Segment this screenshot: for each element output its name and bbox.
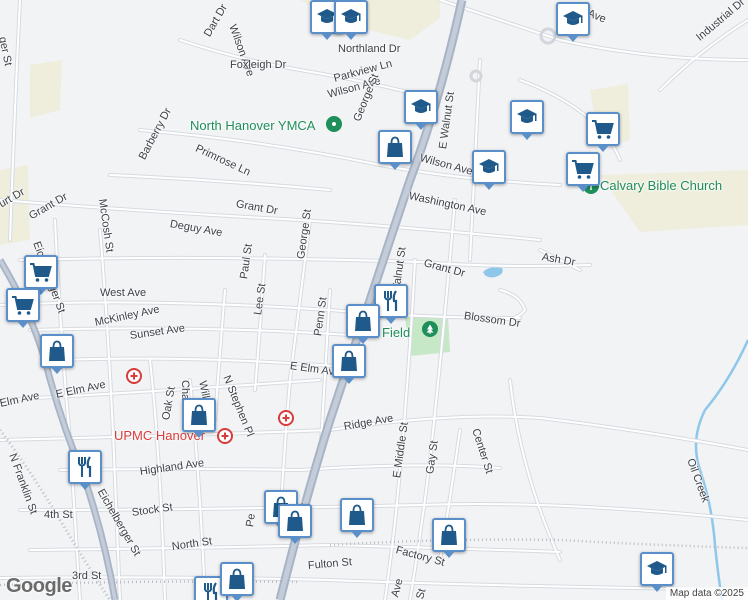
- poi-label[interactable]: Calvary Bible Church: [600, 178, 722, 193]
- school-icon: [409, 95, 433, 119]
- street-label: Northland Dr: [338, 43, 401, 55]
- map-pin-restaurant[interactable]: [68, 450, 102, 490]
- map-pin-shopping-cart[interactable]: [24, 255, 58, 295]
- google-logo[interactable]: Google: [6, 575, 72, 598]
- map-attribution[interactable]: Map data ©2025: [665, 587, 748, 600]
- map-pin-school[interactable]: [404, 90, 438, 130]
- map-pin-school[interactable]: [472, 150, 506, 190]
- map-pin-shopping-bag[interactable]: [278, 504, 312, 544]
- shopping-bag-icon: [345, 503, 369, 527]
- school-icon: [561, 7, 585, 31]
- street-label: 3rd St: [72, 570, 102, 582]
- shopping-bag-icon: [45, 339, 69, 363]
- map-pin-shopping-cart[interactable]: [566, 152, 600, 192]
- map-pin-shopping-bag[interactable]: [40, 334, 74, 374]
- map-pin-shopping-bag[interactable]: [332, 344, 366, 384]
- map-pin-school[interactable]: [640, 552, 674, 592]
- map-pin-shopping-bag[interactable]: [220, 562, 254, 600]
- street-label: Foxleigh Dr: [230, 59, 287, 71]
- map-pin-shopping-cart[interactable]: [6, 288, 40, 328]
- map-pin-shopping-bag[interactable]: [378, 130, 412, 170]
- shopping-bag-icon: [187, 403, 211, 427]
- street-label: West Ave: [100, 287, 147, 299]
- map-pin-school[interactable]: [510, 100, 544, 140]
- shopping-bag-icon: [351, 309, 375, 333]
- school-icon: [645, 557, 669, 581]
- hospital-icon[interactable]: [217, 428, 233, 444]
- shopping-bag-icon: [225, 567, 249, 591]
- school-icon: [339, 5, 363, 29]
- poi-label[interactable]: North Hanover YMCA: [190, 118, 315, 133]
- shopping-cart-icon: [11, 293, 35, 317]
- hospital-icon[interactable]: [278, 410, 294, 426]
- map-pin-shopping-cart[interactable]: [586, 112, 620, 152]
- street-label: St: [414, 587, 429, 600]
- map-canvas[interactable]: Wilson Ave Dart Dr Foxleigh Dr Northland Dr…: [0, 0, 748, 600]
- park-icon[interactable]: [422, 321, 438, 337]
- shopping-cart-icon: [571, 157, 595, 181]
- school-icon: [477, 155, 501, 179]
- poi-label[interactable]: Field: [382, 325, 410, 340]
- map-pin-school[interactable]: [334, 0, 368, 40]
- map-pin-school[interactable]: [556, 2, 590, 42]
- restaurant-icon: [73, 455, 97, 479]
- fitness-icon[interactable]: [326, 116, 342, 132]
- map-pin-shopping-bag[interactable]: [182, 398, 216, 438]
- land-area: [30, 60, 62, 118]
- map-pin-shopping-bag[interactable]: [432, 518, 466, 558]
- restaurant-icon: [379, 289, 403, 313]
- shopping-bag-icon: [437, 523, 461, 547]
- street-label: Pe: [244, 512, 258, 528]
- shopping-cart-icon: [29, 260, 53, 284]
- street-label: 4th St: [44, 509, 73, 521]
- shopping-bag-icon: [283, 509, 307, 533]
- shopping-bag-icon: [383, 135, 407, 159]
- shopping-cart-icon: [591, 117, 615, 141]
- hospital-icon[interactable]: [126, 368, 142, 384]
- shopping-bag-icon: [337, 349, 361, 373]
- map-pin-shopping-bag[interactable]: [340, 498, 374, 538]
- map-pin-shopping-bag[interactable]: [346, 304, 380, 344]
- school-icon: [515, 105, 539, 129]
